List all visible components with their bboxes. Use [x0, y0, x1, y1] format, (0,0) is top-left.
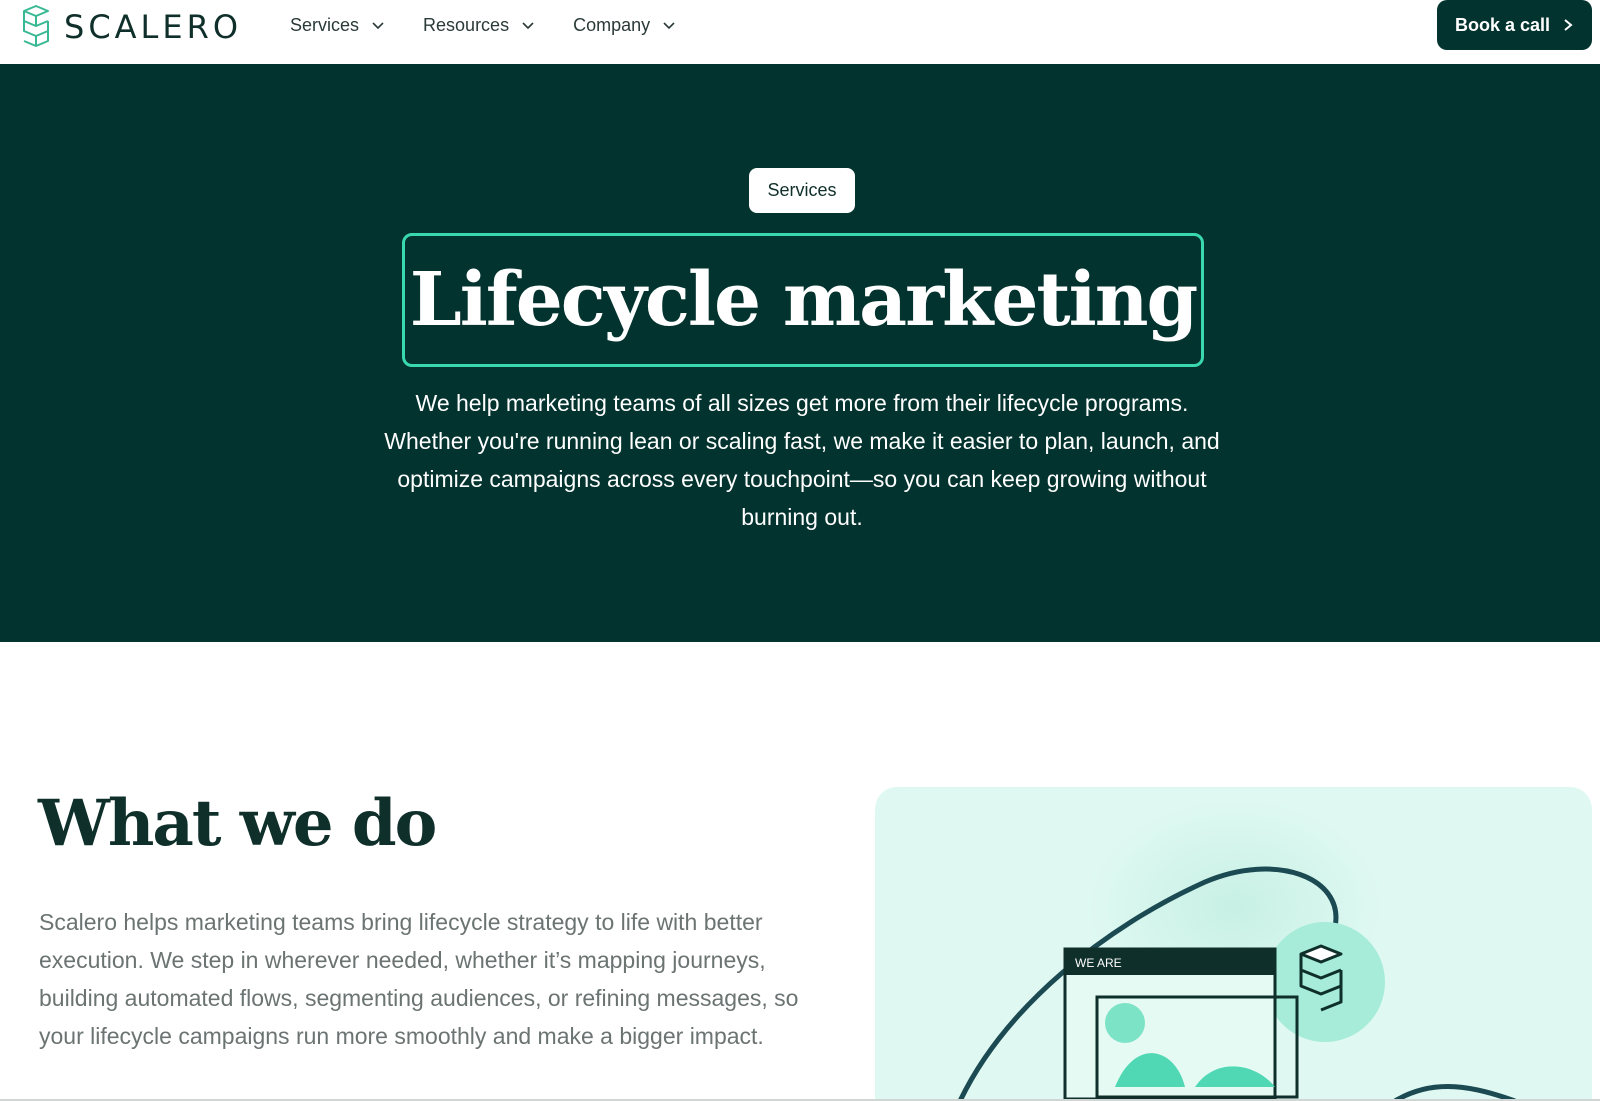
book-a-call-label: Book a call	[1454, 14, 1551, 35]
nav-item-services[interactable]: Services	[290, 12, 385, 38]
hero-section: Services Lifecycle marketing We help mar…	[0, 64, 1600, 642]
logo-wordmark: SCALERO	[64, 8, 243, 46]
illustration-art: WE ARE	[957, 797, 1516, 1101]
logo[interactable]: SCALERO	[16, 4, 242, 50]
chevron-down-icon	[663, 22, 675, 30]
chevron-right-icon	[1564, 19, 1573, 31]
page-title: Lifecycle marketing	[409, 257, 1199, 343]
nav-item-label: Resources	[423, 14, 510, 35]
hero-description: We help marketing teams of all sizes get…	[384, 390, 1220, 530]
what-we-do-illustration: WE ARE	[875, 787, 1592, 1101]
logo-mark-icon	[23, 5, 49, 47]
nav-item-label: Company	[573, 14, 651, 35]
book-a-call-button[interactable]: Book a call	[1437, 0, 1592, 50]
nav-item-label: Services	[290, 14, 360, 35]
top-nav: SCALERO Services Resources Company Book …	[0, 0, 1600, 64]
main-menu: Services Resources Company	[290, 12, 714, 38]
chevron-down-icon	[372, 22, 384, 30]
services-tag: Services	[749, 168, 855, 213]
what-we-do-description: Scalero helps marketing teams bring life…	[39, 909, 799, 1049]
what-we-do-heading: What we do	[38, 786, 437, 861]
nav-item-company[interactable]: Company	[573, 12, 676, 38]
nav-item-resources[interactable]: Resources	[423, 12, 535, 38]
hero-title-box: Lifecycle marketing	[402, 233, 1204, 367]
illustration-caption: WE ARE	[1075, 956, 1122, 970]
chevron-down-icon	[522, 22, 534, 30]
